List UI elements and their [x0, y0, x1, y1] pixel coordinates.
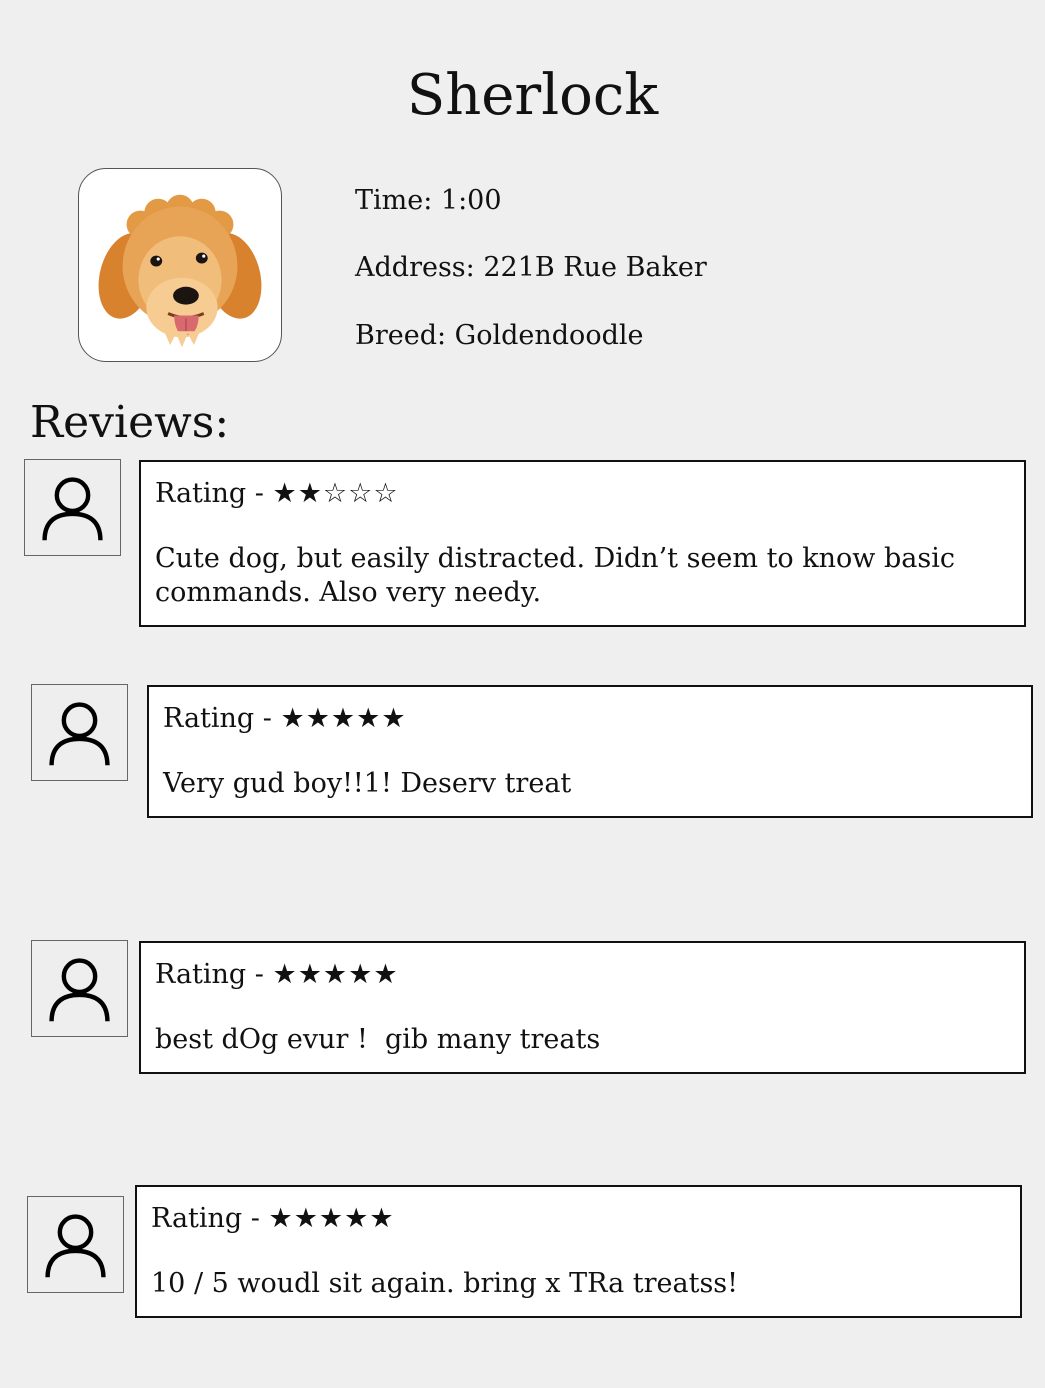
reviewer-avatar: [31, 684, 128, 781]
goldendoodle-face-icon: [98, 194, 262, 348]
review-card: Rating - ★★★★★ Very gud boy!!1! Deserv t…: [147, 685, 1033, 818]
page-title: Sherlock: [406, 63, 659, 128]
rating-line: Rating - ★★★★★: [151, 1199, 1006, 1239]
user-avatar-icon: [49, 958, 110, 1022]
review-card: Rating - ★★☆☆☆ Cute dog, but easily dist…: [139, 460, 1026, 627]
dog-photo: [78, 168, 282, 362]
rating-line: Rating - ★★★★★: [155, 955, 1010, 995]
star-rating: ★★☆☆☆: [272, 478, 399, 509]
rating-label: Rating -: [155, 959, 264, 990]
address: Address: 221B Rue Baker: [355, 252, 707, 283]
walk-time: Time: 1:00: [355, 185, 502, 216]
rating-label: Rating -: [151, 1203, 260, 1234]
user-avatar-icon: [49, 702, 110, 766]
reviewer-avatar: [31, 940, 128, 1037]
rating-label: Rating -: [155, 478, 264, 509]
breed: Breed: Goldendoodle: [355, 320, 644, 351]
star-rating: ★★★★★: [280, 703, 407, 734]
reviewer-avatar: [27, 1196, 124, 1293]
rating-label: Rating -: [163, 703, 272, 734]
review-text: Cute dog, but easily distracted. Didn’t …: [155, 543, 955, 608]
rating-line: Rating - ★★★★★: [163, 699, 1017, 739]
review-card: Rating - ★★★★★ 10 / 5 woudl sit again. b…: [135, 1185, 1022, 1318]
rating-line: Rating - ★★☆☆☆: [155, 474, 1010, 514]
review-text: Very gud boy!!1! Deserv treat: [163, 768, 572, 799]
user-avatar-icon: [42, 477, 103, 541]
star-rating: ★★★★★: [272, 959, 399, 990]
user-avatar-icon: [45, 1214, 106, 1278]
reviews-heading: Reviews:: [30, 397, 230, 448]
star-rating: ★★★★★: [268, 1203, 395, 1234]
review-text: best dOg evur ! gib many treats: [155, 1024, 601, 1055]
review-card: Rating - ★★★★★ best dOg evur ! gib many …: [139, 941, 1026, 1074]
reviewer-avatar: [24, 459, 121, 556]
review-text: 10 / 5 woudl sit again. bring x TRa trea…: [151, 1268, 738, 1299]
